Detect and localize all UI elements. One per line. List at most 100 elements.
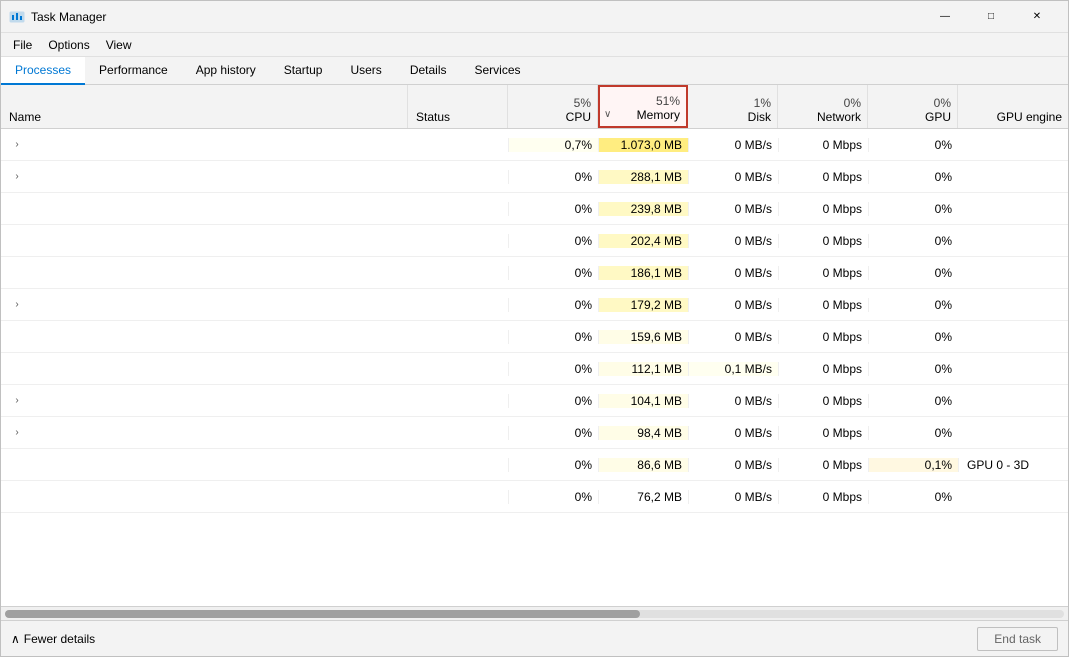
row-memory: 288,1 MB	[598, 170, 688, 184]
row-expand-icon[interactable]: ›	[9, 169, 25, 185]
row-memory: 104,1 MB	[598, 394, 688, 408]
footer: ∧ Fewer details End task	[1, 620, 1068, 656]
row-expand-icon[interactable]	[9, 265, 25, 281]
col-header-disk[interactable]: 1% Disk	[688, 85, 778, 128]
row-disk: 0 MB/s	[688, 458, 778, 472]
col-header-memory[interactable]: ∨ 51% Memory	[598, 85, 688, 128]
menu-file[interactable]: File	[5, 36, 40, 54]
maximize-button[interactable]: □	[968, 1, 1014, 33]
row-disk: 0 MB/s	[688, 202, 778, 216]
col-header-name[interactable]: Name	[1, 85, 408, 128]
row-cpu: 0%	[508, 362, 598, 376]
sort-arrow-icon: ∨	[604, 109, 611, 120]
table-row[interactable]: 0% 76,2 MB 0 MB/s 0 Mbps 0%	[1, 481, 1068, 513]
menu-options[interactable]: Options	[40, 36, 97, 54]
row-cpu: 0%	[508, 330, 598, 344]
row-cpu: 0%	[508, 458, 598, 472]
row-name: ›	[1, 425, 408, 441]
scrollbar-track[interactable]	[5, 610, 1064, 618]
tab-startup[interactable]: Startup	[270, 57, 337, 85]
fewer-details-icon: ∧	[11, 632, 20, 646]
row-expand-icon[interactable]: ›	[9, 393, 25, 409]
minimize-button[interactable]: —	[922, 1, 968, 33]
tab-services[interactable]: Services	[461, 57, 535, 85]
table-row[interactable]: 0% 86,6 MB 0 MB/s 0 Mbps 0,1% GPU 0 - 3D	[1, 449, 1068, 481]
row-expand-icon[interactable]	[9, 489, 25, 505]
row-cpu: 0%	[508, 490, 598, 504]
row-expand-icon[interactable]: ›	[9, 137, 25, 153]
row-memory: 202,4 MB	[598, 234, 688, 248]
end-task-button[interactable]: End task	[977, 627, 1058, 651]
window-controls: — □ ✕	[922, 1, 1060, 33]
scrollbar-thumb[interactable]	[5, 610, 640, 618]
table-row[interactable]: 0% 186,1 MB 0 MB/s 0 Mbps 0%	[1, 257, 1068, 289]
row-name: ›	[1, 393, 408, 409]
col-header-gpu-engine[interactable]: GPU engine	[958, 85, 1068, 128]
row-memory: 112,1 MB	[598, 362, 688, 376]
row-memory: 179,2 MB	[598, 298, 688, 312]
row-network: 0 Mbps	[778, 362, 868, 376]
row-name	[1, 201, 408, 217]
horizontal-scrollbar[interactable]	[1, 606, 1068, 620]
close-button[interactable]: ✕	[1014, 1, 1060, 33]
row-expand-icon[interactable]: ›	[9, 425, 25, 441]
tab-app-history[interactable]: App history	[182, 57, 270, 85]
row-name: ›	[1, 169, 408, 185]
row-network: 0 Mbps	[778, 234, 868, 248]
row-expand-icon[interactable]: ›	[9, 297, 25, 313]
row-gpu: 0%	[868, 362, 958, 376]
row-cpu: 0%	[508, 170, 598, 184]
row-cpu: 0%	[508, 298, 598, 312]
table-row[interactable]: › 0% 104,1 MB 0 MB/s 0 Mbps 0%	[1, 385, 1068, 417]
row-expand-icon[interactable]	[9, 201, 25, 217]
row-memory: 1.073,0 MB	[598, 138, 688, 152]
col-header-cpu[interactable]: 5% CPU	[508, 85, 598, 128]
row-disk: 0,1 MB/s	[688, 362, 778, 376]
table-row[interactable]: › 0% 98,4 MB 0 MB/s 0 Mbps 0%	[1, 417, 1068, 449]
row-cpu: 0%	[508, 202, 598, 216]
tab-processes[interactable]: Processes	[1, 57, 85, 85]
menu-bar: File Options View	[1, 33, 1068, 57]
fewer-details-button[interactable]: ∧ Fewer details	[11, 632, 95, 646]
table-row[interactable]: › 0% 288,1 MB 0 MB/s 0 Mbps 0%	[1, 161, 1068, 193]
row-disk: 0 MB/s	[688, 234, 778, 248]
app-icon	[9, 9, 25, 25]
col-header-status[interactable]: Status	[408, 85, 508, 128]
table-row[interactable]: 0% 159,6 MB 0 MB/s 0 Mbps 0%	[1, 321, 1068, 353]
row-name	[1, 457, 408, 473]
table-row[interactable]: › 0% 179,2 MB 0 MB/s 0 Mbps 0%	[1, 289, 1068, 321]
row-network: 0 Mbps	[778, 426, 868, 440]
row-network: 0 Mbps	[778, 298, 868, 312]
row-gpu: 0%	[868, 266, 958, 280]
row-disk: 0 MB/s	[688, 266, 778, 280]
tab-performance[interactable]: Performance	[85, 57, 182, 85]
row-memory: 159,6 MB	[598, 330, 688, 344]
row-network: 0 Mbps	[778, 458, 868, 472]
row-expand-icon[interactable]	[9, 361, 25, 377]
tab-users[interactable]: Users	[336, 57, 395, 85]
table-row[interactable]: › 0,7% 1.073,0 MB 0 MB/s 0 Mbps 0%	[1, 129, 1068, 161]
row-gpu: 0%	[868, 330, 958, 344]
row-expand-icon[interactable]	[9, 457, 25, 473]
row-expand-icon[interactable]	[9, 233, 25, 249]
table-row[interactable]: 0% 202,4 MB 0 MB/s 0 Mbps 0%	[1, 225, 1068, 257]
row-gpu: 0,1%	[868, 458, 958, 472]
main-content: Name Status 5% CPU ∨ 51% Memory 1% Disk …	[1, 85, 1068, 620]
row-expand-icon[interactable]	[9, 329, 25, 345]
row-cpu: 0%	[508, 266, 598, 280]
row-name	[1, 233, 408, 249]
row-network: 0 Mbps	[778, 266, 868, 280]
menu-view[interactable]: View	[98, 36, 140, 54]
row-gpu: 0%	[868, 426, 958, 440]
table-row[interactable]: 0% 239,8 MB 0 MB/s 0 Mbps 0%	[1, 193, 1068, 225]
table-row[interactable]: 0% 112,1 MB 0,1 MB/s 0 Mbps 0%	[1, 353, 1068, 385]
row-network: 0 Mbps	[778, 138, 868, 152]
row-disk: 0 MB/s	[688, 490, 778, 504]
row-disk: 0 MB/s	[688, 426, 778, 440]
col-header-network[interactable]: 0% Network	[778, 85, 868, 128]
col-header-gpu[interactable]: 0% GPU	[868, 85, 958, 128]
row-name: ›	[1, 137, 408, 153]
row-name	[1, 489, 408, 505]
tab-details[interactable]: Details	[396, 57, 461, 85]
fewer-details-label: Fewer details	[24, 632, 95, 646]
